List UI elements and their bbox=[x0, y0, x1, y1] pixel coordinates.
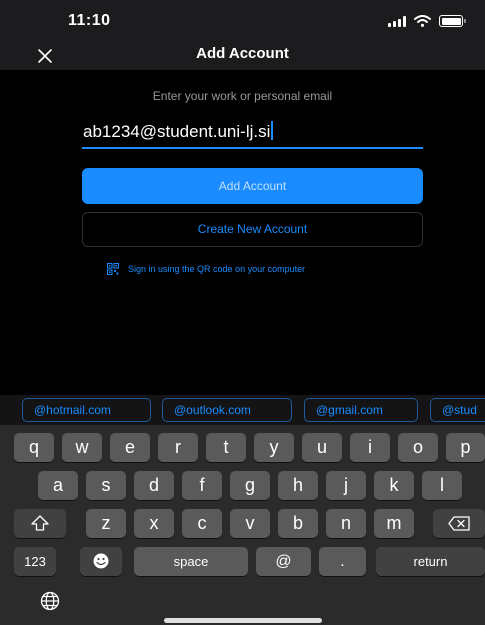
key-z[interactable]: z bbox=[86, 509, 126, 538]
key-u[interactable]: u bbox=[302, 433, 342, 462]
space-key[interactable]: space bbox=[134, 547, 248, 576]
text-caret bbox=[271, 121, 274, 140]
return-key[interactable]: return bbox=[376, 547, 485, 576]
email-domain-suggestions: @hotmail.com @outlook.com @gmail.com @st… bbox=[0, 395, 485, 425]
email-instruction: Enter your work or personal email bbox=[152, 89, 333, 103]
key-c[interactable]: c bbox=[182, 509, 222, 538]
at-key[interactable]: @ bbox=[256, 547, 311, 576]
key-w[interactable]: w bbox=[62, 433, 102, 462]
backspace-key[interactable] bbox=[433, 509, 485, 538]
key-h[interactable]: h bbox=[278, 471, 318, 500]
key-f[interactable]: f bbox=[182, 471, 222, 500]
key-j[interactable]: j bbox=[326, 471, 366, 500]
key-v[interactable]: v bbox=[230, 509, 270, 538]
battery-icon bbox=[439, 15, 466, 27]
key-b[interactable]: b bbox=[278, 509, 318, 538]
key-m[interactable]: m bbox=[374, 509, 414, 538]
email-field[interactable]: ab1234@student.uni-lj.si bbox=[82, 117, 423, 149]
suggestion-student[interactable]: @stud bbox=[430, 398, 485, 422]
suggestion-hotmail[interactable]: @hotmail.com bbox=[22, 398, 151, 422]
emoji-icon bbox=[93, 553, 109, 569]
add-account-button[interactable]: Add Account bbox=[82, 168, 423, 204]
qr-code-icon bbox=[107, 263, 119, 275]
key-t[interactable]: t bbox=[206, 433, 246, 462]
key-e[interactable]: e bbox=[110, 433, 150, 462]
period-key[interactable]: . bbox=[319, 547, 366, 576]
status-icons bbox=[388, 15, 466, 27]
numbers-key[interactable]: 123 bbox=[14, 547, 56, 576]
key-r[interactable]: r bbox=[158, 433, 198, 462]
key-i[interactable]: i bbox=[350, 433, 390, 462]
email-value: ab1234@student.uni-lj.si bbox=[83, 122, 271, 141]
key-y[interactable]: y bbox=[254, 433, 294, 462]
key-p[interactable]: p bbox=[446, 433, 485, 462]
shift-icon bbox=[31, 515, 49, 531]
key-g[interactable]: g bbox=[230, 471, 270, 500]
key-q[interactable]: q bbox=[14, 433, 54, 462]
key-a[interactable]: a bbox=[38, 471, 78, 500]
wifi-icon bbox=[414, 15, 431, 27]
suggestion-outlook[interactable]: @outlook.com bbox=[162, 398, 292, 422]
key-d[interactable]: d bbox=[134, 471, 174, 500]
emoji-key[interactable] bbox=[80, 547, 122, 576]
suggestion-gmail[interactable]: @gmail.com bbox=[304, 398, 418, 422]
backspace-icon bbox=[448, 516, 470, 531]
keyboard: q w e r t y u i o p a s d f g h j k l z … bbox=[0, 425, 485, 625]
status-bar: 11:10 bbox=[0, 0, 485, 44]
status-time: 11:10 bbox=[68, 12, 111, 29]
key-k[interactable]: k bbox=[374, 471, 414, 500]
signal-icon bbox=[388, 15, 406, 27]
key-s[interactable]: s bbox=[86, 471, 126, 500]
qr-sign-in-label: Sign in using the QR code on your comput… bbox=[128, 264, 306, 274]
globe-icon[interactable] bbox=[40, 591, 60, 611]
key-x[interactable]: x bbox=[134, 509, 174, 538]
qr-sign-in-link[interactable]: Sign in using the QR code on your comput… bbox=[107, 263, 305, 275]
key-n[interactable]: n bbox=[326, 509, 366, 538]
page-title: Add Account bbox=[196, 45, 289, 62]
shift-key[interactable] bbox=[14, 509, 66, 538]
create-account-button[interactable]: Create New Account bbox=[82, 212, 423, 247]
home-indicator bbox=[164, 618, 322, 623]
key-o[interactable]: o bbox=[398, 433, 438, 462]
key-l[interactable]: l bbox=[422, 471, 462, 500]
nav-bar: Add Account bbox=[0, 44, 485, 70]
